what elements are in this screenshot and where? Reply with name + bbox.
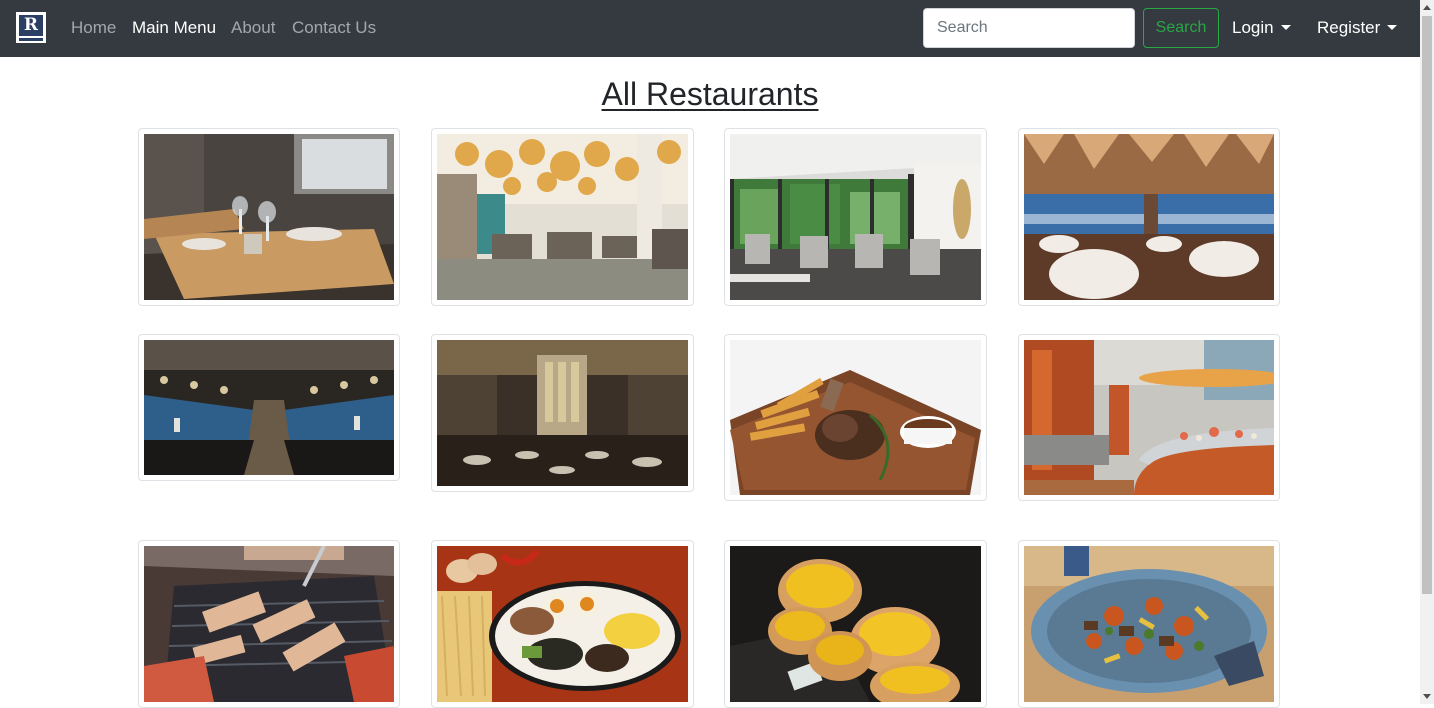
scroll-up-arrow-icon[interactable] bbox=[1423, 5, 1431, 10]
restaurant-card[interactable] bbox=[431, 334, 694, 492]
caret-down-icon bbox=[1387, 25, 1398, 30]
restaurant-interior-photo bbox=[1024, 134, 1274, 300]
restaurant-card[interactable] bbox=[1018, 334, 1280, 501]
register-dropdown[interactable]: Register bbox=[1317, 18, 1398, 38]
lamb-chop-photo bbox=[730, 340, 981, 495]
top-navbar: R Home Main Menu About Contact Us Search… bbox=[0, 0, 1420, 57]
brand-logo[interactable]: R bbox=[16, 12, 46, 43]
buffet-counter-photo bbox=[1024, 340, 1274, 495]
bbq-grill-photo bbox=[144, 546, 394, 702]
search-button[interactable]: Search bbox=[1143, 8, 1219, 48]
restaurant-card[interactable] bbox=[138, 540, 400, 708]
scroll-down-arrow-icon[interactable] bbox=[1423, 694, 1431, 699]
vertical-scrollbar[interactable] bbox=[1420, 0, 1434, 704]
dining-hall-photo bbox=[437, 340, 688, 486]
nav-link-main-menu[interactable]: Main Menu bbox=[132, 18, 216, 38]
restaurant-interior-photo bbox=[437, 134, 688, 300]
caret-down-icon bbox=[1280, 25, 1291, 30]
restaurant-interior-photo bbox=[144, 134, 394, 300]
open-kitchen-photo bbox=[144, 340, 394, 475]
egg-tarts-photo bbox=[730, 546, 981, 702]
stir-fried-dish-photo bbox=[1024, 546, 1274, 702]
page-title: All Restaurants bbox=[601, 76, 819, 112]
nav-link-contact-us[interactable]: Contact Us bbox=[292, 18, 376, 38]
brand-letter: R bbox=[19, 15, 43, 36]
ramen-bowl-photo bbox=[437, 546, 688, 702]
restaurant-card[interactable] bbox=[724, 128, 987, 306]
restaurant-card[interactable] bbox=[1018, 540, 1280, 708]
login-label: Login bbox=[1232, 18, 1274, 37]
search-input[interactable] bbox=[923, 8, 1135, 48]
restaurant-card[interactable] bbox=[431, 540, 694, 708]
restaurant-interior-photo bbox=[730, 134, 981, 300]
restaurant-card[interactable] bbox=[431, 128, 694, 306]
login-dropdown[interactable]: Login bbox=[1232, 18, 1291, 38]
scrollbar-thumb[interactable] bbox=[1422, 16, 1432, 594]
restaurant-card[interactable] bbox=[138, 128, 400, 306]
restaurant-card[interactable] bbox=[724, 334, 987, 501]
restaurant-card[interactable] bbox=[1018, 128, 1280, 306]
nav-link-about[interactable]: About bbox=[231, 18, 275, 38]
register-label: Register bbox=[1317, 18, 1381, 37]
restaurant-card[interactable] bbox=[724, 540, 987, 708]
nav-link-home[interactable]: Home bbox=[71, 18, 116, 38]
restaurant-card[interactable] bbox=[138, 334, 400, 481]
